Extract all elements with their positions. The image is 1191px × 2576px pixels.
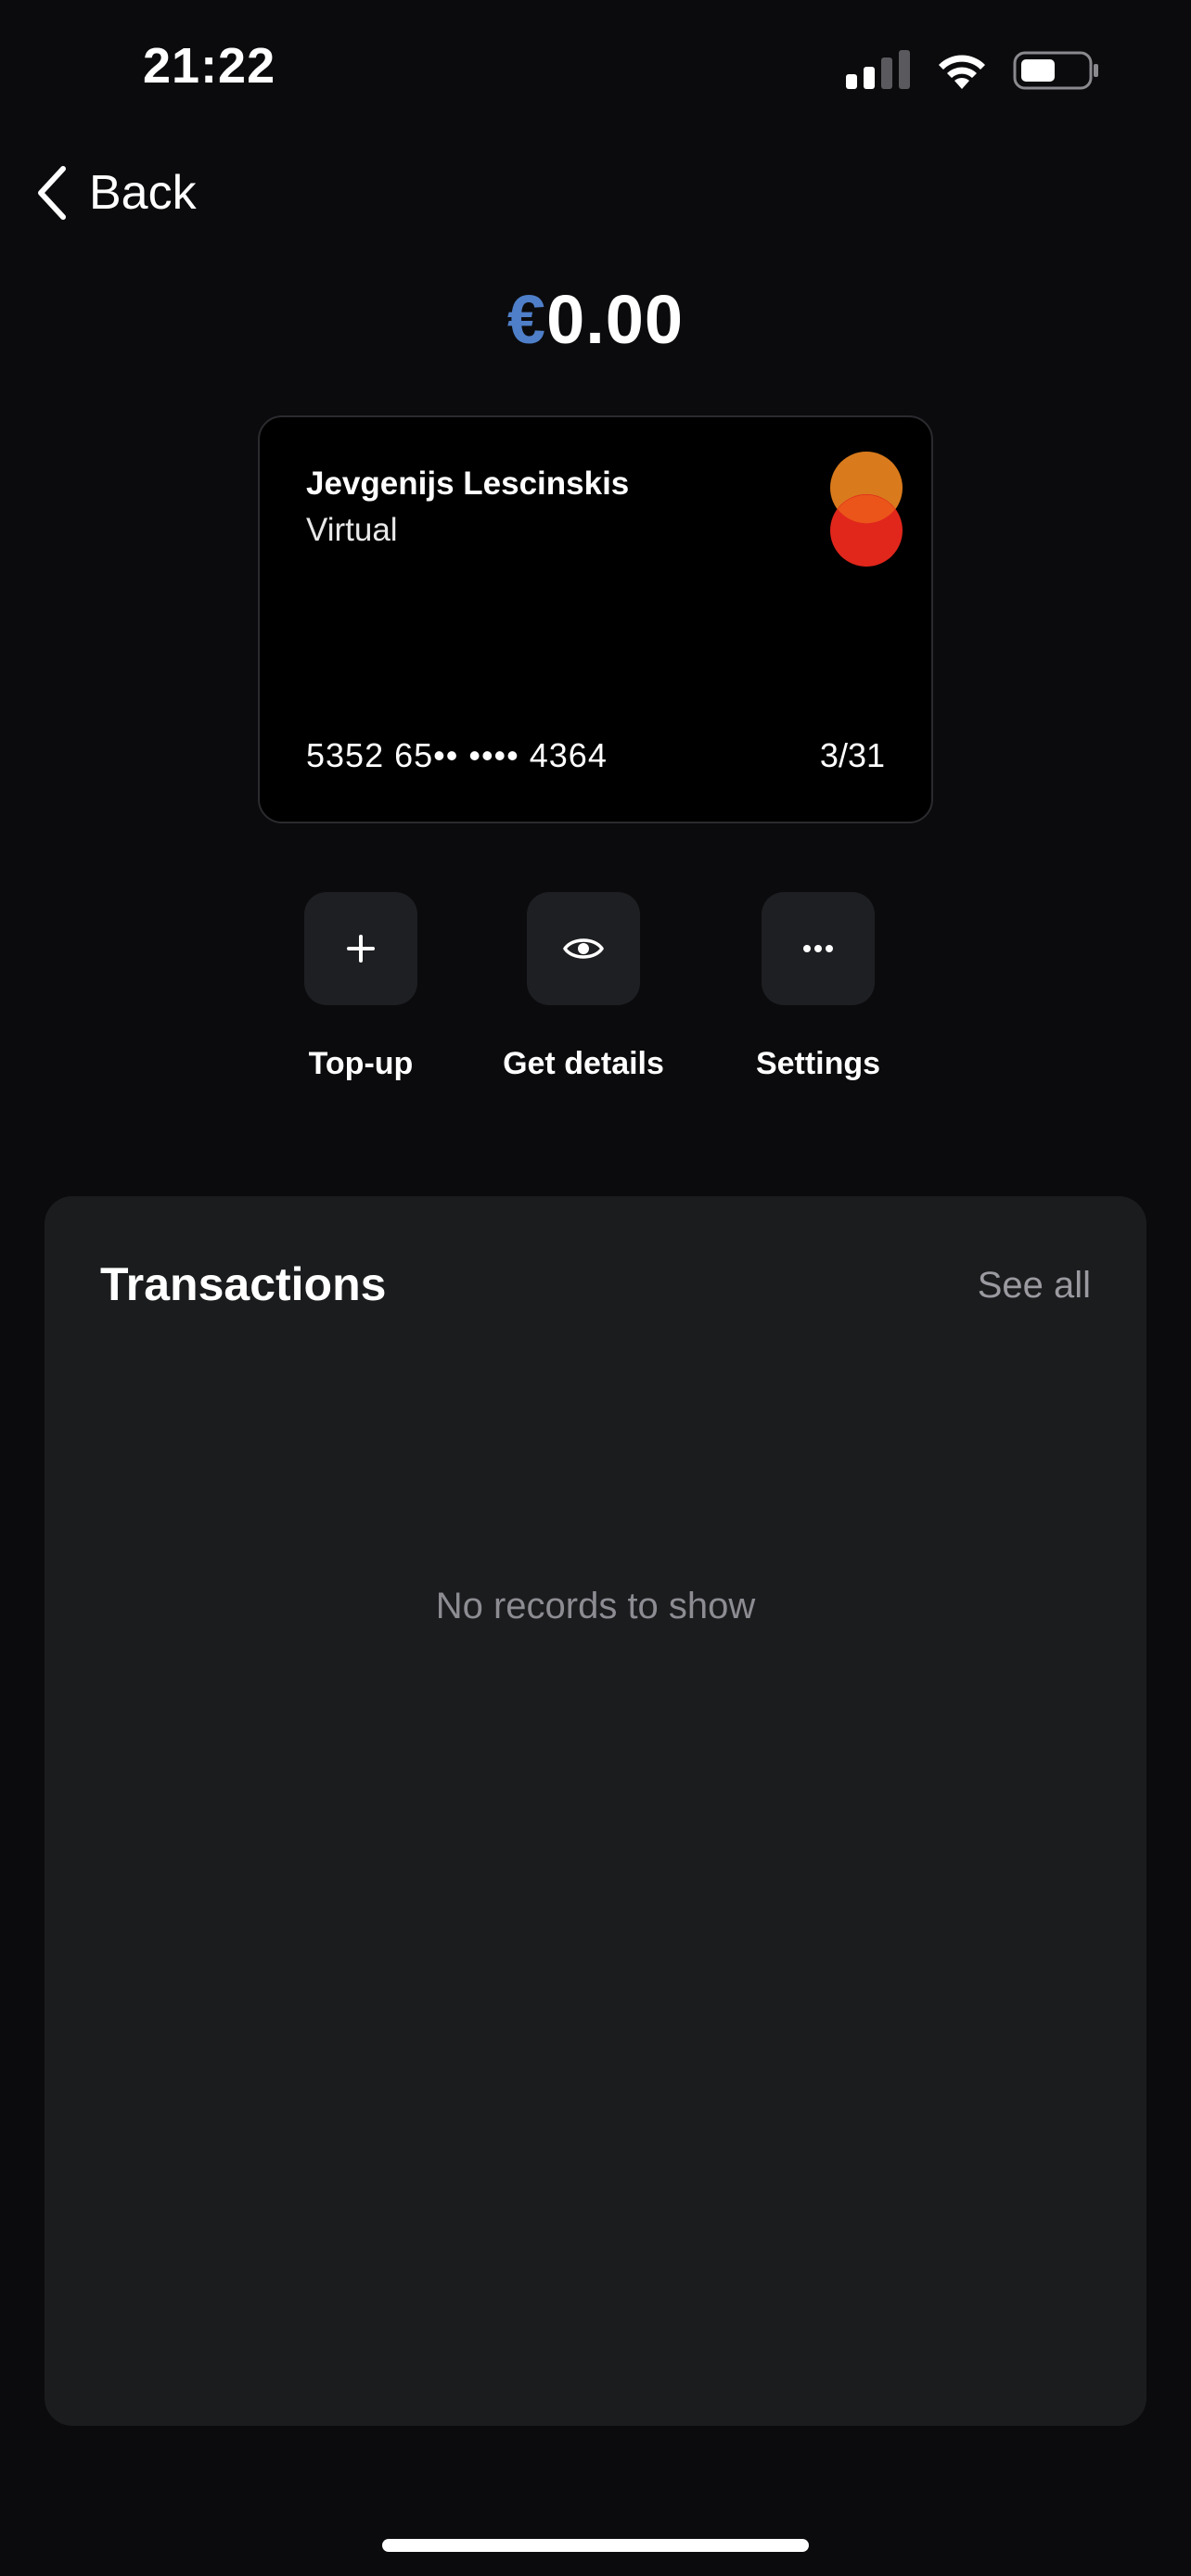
top-up-action[interactable]: Top-up [259, 892, 463, 1082]
get-details-action[interactable]: Get details [481, 892, 685, 1082]
settings-button[interactable] [762, 892, 875, 1005]
settings-label: Settings [755, 1046, 881, 1081]
card-expiry: 3/31 [819, 736, 885, 774]
mastercard-logo-icon [830, 452, 903, 567]
battery-icon [1013, 51, 1098, 90]
eye-icon [563, 938, 604, 959]
card-type: Virtual [306, 512, 398, 548]
status-time: 21:22 [143, 38, 276, 94]
plus-icon [347, 935, 375, 963]
virtual-card[interactable]: Jevgenijs Lescinskis Virtual 5352 65•• •… [258, 415, 933, 823]
balance-amount: 0.00 [546, 281, 685, 358]
balance: €0.00 [0, 280, 1191, 359]
back-button[interactable]: Back [35, 159, 197, 226]
empty-state-message: No records to show [435, 1586, 756, 1626]
get-details-label: Get details [503, 1046, 664, 1081]
card-number: 5352 65•• •••• 4364 [306, 736, 608, 774]
transactions-title: Transactions [100, 1258, 387, 1310]
transactions-panel: Transactions See all No records to show [45, 1196, 1146, 2426]
card-holder-name: Jevgenijs Lescinskis [306, 465, 630, 502]
home-indicator[interactable] [382, 2539, 809, 2552]
settings-action[interactable]: Settings [716, 892, 920, 1082]
get-details-button[interactable] [527, 892, 640, 1005]
wifi-icon [939, 55, 985, 89]
top-up-button[interactable] [304, 892, 417, 1005]
signal-icon [846, 50, 910, 89]
more-icon [803, 945, 833, 952]
status-icons [846, 45, 1100, 96]
see-all-link[interactable]: See all [978, 1265, 1091, 1307]
card-detail-screen: 21:22 Back €0.00 Jevgenijs Lescinskis Vi… [0, 0, 1191, 2576]
top-up-label: Top-up [308, 1046, 414, 1081]
chevron-left-icon [38, 166, 66, 220]
currency-symbol: € [506, 281, 547, 358]
back-label: Back [89, 166, 197, 220]
